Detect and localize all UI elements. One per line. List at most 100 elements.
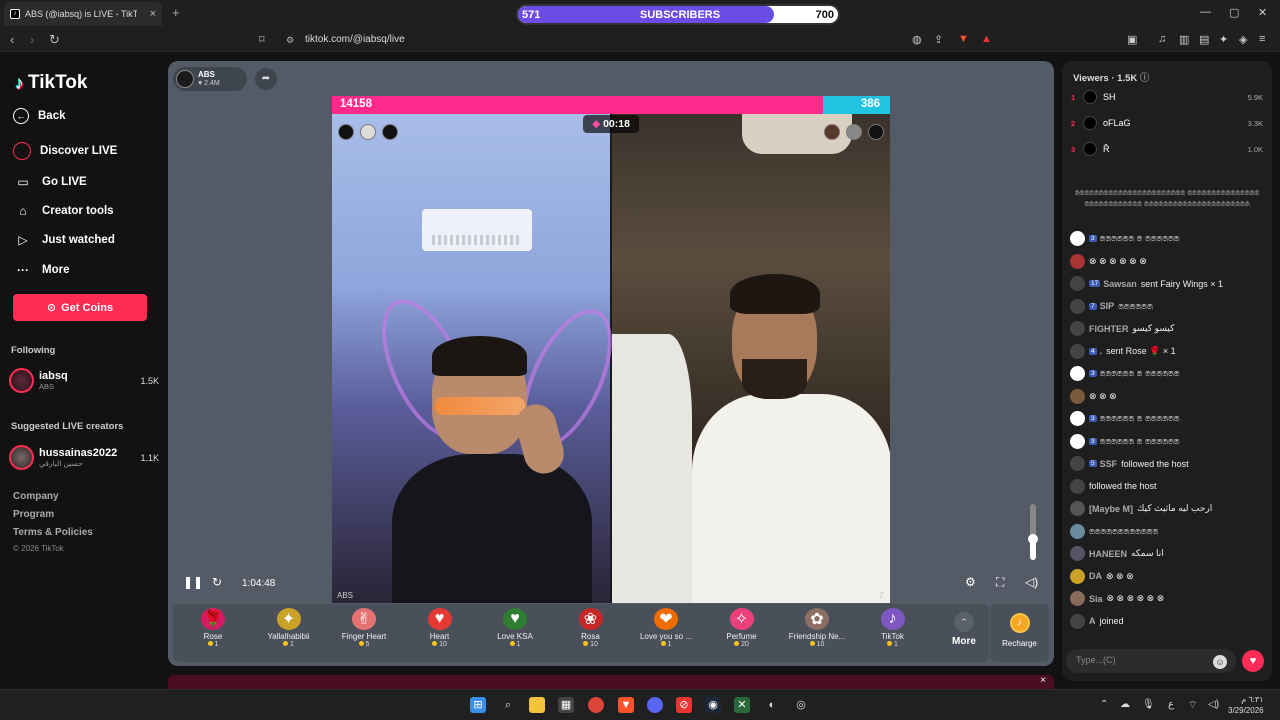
share-page-icon[interactable]: ⇪ xyxy=(934,33,943,46)
tiktok-logo[interactable]: ♪ TikTok xyxy=(15,72,87,94)
close-banner-icon[interactable]: × xyxy=(1040,675,1046,686)
top-viewer-row[interactable]: 2 oFLaG 3.3K xyxy=(1071,116,1263,130)
supporter-avatar[interactable] xyxy=(868,124,884,140)
minimize-icon[interactable]: — xyxy=(1200,6,1211,18)
gift-item[interactable]: ♪ TikTok 1 xyxy=(853,604,933,662)
top-viewer-row[interactable]: 1 SH 5.9K xyxy=(1071,90,1263,104)
brave-icon[interactable]: ▼ xyxy=(618,697,634,713)
close-window-icon[interactable]: ✕ xyxy=(1258,6,1267,19)
file-explorer-icon[interactable] xyxy=(529,697,545,713)
chrome-icon[interactable] xyxy=(588,697,604,713)
gift-item[interactable]: ❤ Love you so ... 1 xyxy=(626,604,706,662)
send-gift-icon[interactable]: ♥ xyxy=(1242,650,1264,672)
chat-message[interactable]: ⊗ ⊗ ⊗ ⊗ ⊗ ⊗ xyxy=(1070,253,1266,269)
speaker-icon[interactable]: ◁) xyxy=(1208,699,1219,710)
menu-icon[interactable]: ≡ xyxy=(1259,33,1265,45)
volume-slider-knob[interactable] xyxy=(1028,533,1038,544)
screenshot-icon[interactable]: ▣ xyxy=(1127,33,1137,46)
github-icon[interactable]: ◐ xyxy=(764,697,780,713)
chat-message[interactable]: followed the host xyxy=(1070,478,1266,494)
chat-message[interactable]: ෧෧෧෧෧෧෧෧෧෧෧෧ xyxy=(1070,523,1266,539)
supporter-avatar[interactable] xyxy=(846,124,862,140)
nav-just-watched[interactable]: ▷ Just watched xyxy=(13,230,114,250)
recharge-button[interactable]: ♪ Recharge xyxy=(990,604,1049,662)
brave-shield-icon[interactable]: ▼ xyxy=(958,33,969,45)
chat-message[interactable]: 7 SIP ෧෧෧෧෧෧ xyxy=(1070,298,1266,314)
tray-chevron-icon[interactable]: ⌃ xyxy=(1100,699,1108,710)
gift-item[interactable]: ♥ Heart 10 xyxy=(400,604,480,662)
nav-back[interactable]: ← Back xyxy=(13,108,66,124)
mic-icon[interactable]: 🎙 xyxy=(1142,699,1155,710)
top-viewer-row[interactable]: 3 Ř 1.0K xyxy=(1071,142,1263,156)
sound-mute-icon[interactable]: ◍ xyxy=(912,33,922,46)
chat-input[interactable]: Type...(C) xyxy=(1066,649,1236,673)
more-gifts-button[interactable]: ⌃ More xyxy=(939,604,989,662)
get-coins-button[interactable]: ⊙ Get Coins xyxy=(13,294,147,321)
chat-message[interactable]: DA ⊗ ⊗ ⊗ xyxy=(1070,568,1266,584)
wallet-icon[interactable]: ▤ xyxy=(1199,33,1209,46)
reload-icon[interactable]: ↻ xyxy=(49,32,60,48)
chat-message[interactable]: 3 ෧෧෧෧෧෧ ෧ ෧෧෧෧෧෧ xyxy=(1070,433,1266,449)
chat-message[interactable]: 3 ෧෧෧෧෧෧ ෧ ෧෧෧෧෧෧ xyxy=(1070,411,1266,426)
gift-item[interactable]: ✦ Yallalhabibii 1 xyxy=(249,604,329,662)
settings-icon[interactable]: ⚙ xyxy=(965,575,976,589)
start-icon[interactable]: ⊞ xyxy=(470,697,486,713)
browser-tab[interactable]: ♪ ABS (@iabsq) is LIVE - TikTok × xyxy=(4,2,162,26)
store-icon[interactable]: ▦ xyxy=(558,697,574,713)
bookmark-icon[interactable]: ⌑ xyxy=(259,33,265,46)
emoji-icon[interactable]: ☺ xyxy=(1213,655,1227,669)
forward-icon[interactable]: › xyxy=(30,32,34,47)
search-icon[interactable]: ⌕ xyxy=(500,697,516,713)
chat-message[interactable]: 3 ෧෧෧෧෧෧ ෧ ෧෧෧෧෧෧ xyxy=(1070,366,1266,381)
footer-terms[interactable]: Terms & Policies xyxy=(13,527,93,538)
obs-icon[interactable]: ◎ xyxy=(793,697,809,713)
suggested-account[interactable]: hussainas2022 حسين البارقي 1.1K xyxy=(9,445,159,470)
following-account[interactable]: iabsq ABS 1.5K xyxy=(9,368,159,393)
viewers-heading[interactable]: Viewers · 1.5K ⓘ xyxy=(1073,70,1149,84)
supporter-avatar[interactable] xyxy=(360,124,376,140)
onedrive-icon[interactable]: ☁ xyxy=(1120,699,1130,710)
gift-item[interactable]: 🌹 Rose 1 xyxy=(173,604,253,662)
footer-company[interactable]: Company xyxy=(13,491,59,502)
pause-icon[interactable]: ❚❚ xyxy=(183,575,203,589)
chat-message[interactable]: FIGHTER كيسو كيسو xyxy=(1070,321,1266,336)
chat-message[interactable]: 4. sent Rose 🌹 × 1 xyxy=(1070,343,1266,359)
volume-icon[interactable]: ◁) xyxy=(1025,575,1038,589)
vpn-icon[interactable]: ◈ xyxy=(1239,33,1247,46)
back-icon[interactable]: ‹ xyxy=(10,32,14,47)
supporter-avatar[interactable] xyxy=(338,124,354,140)
chat-message[interactable]: 3 ෧෧෧෧෧෧ ෧ ෧෧෧෧෧෧ xyxy=(1070,231,1266,246)
nav-discover-live[interactable]: Discover LIVE xyxy=(13,142,117,160)
language-indicator[interactable]: ع xyxy=(1168,699,1174,710)
chat-message[interactable]: [Maybe M] ارحب ليه ماثيث كيك xyxy=(1070,501,1266,516)
refresh-icon[interactable]: ↻ xyxy=(212,575,222,589)
supporter-avatar[interactable] xyxy=(824,124,840,140)
chat-message[interactable]: ⊗ ⊗ ⊗ xyxy=(1070,388,1266,404)
excel-icon[interactable]: ✕ xyxy=(734,697,750,713)
app-icon[interactable]: ⊘ xyxy=(676,697,692,713)
gift-item[interactable]: ❀ Rosa 10 xyxy=(551,604,631,662)
chat-message[interactable]: HANEEN انا سمكه xyxy=(1070,546,1266,561)
live-video[interactable]: 14158 386 ◆ 00:18 ABS Z xyxy=(332,96,890,603)
share-icon[interactable]: ➦ xyxy=(255,68,277,90)
chat-message[interactable]: Ajoined xyxy=(1070,613,1266,629)
close-tab-icon[interactable]: × xyxy=(150,8,156,20)
chat-message[interactable]: 5 SSF followed the host xyxy=(1070,456,1266,471)
nav-go-live[interactable]: ▭ Go LIVE xyxy=(13,172,86,192)
steam-icon[interactable]: ◉ xyxy=(705,697,721,713)
sidebar-toggle-icon[interactable]: ▥ xyxy=(1179,33,1189,46)
discord-icon[interactable] xyxy=(647,697,663,713)
wifi-icon[interactable]: ⌔ xyxy=(1188,699,1197,712)
volume-slider[interactable] xyxy=(1028,504,1038,560)
nav-creator-tools[interactable]: ⌂ Creator tools xyxy=(13,201,113,221)
site-info-icon[interactable]: ⚙ xyxy=(286,35,294,46)
chat-message[interactable]: 17 Sawsan sent Fairy Wings × 1 xyxy=(1070,276,1266,291)
gift-item[interactable]: ♥ Love KSA 1 xyxy=(475,604,555,662)
brave-rewards-icon[interactable]: ▲ xyxy=(981,33,992,45)
leo-ai-icon[interactable]: ✦ xyxy=(1219,33,1228,46)
nav-more[interactable]: ··· More xyxy=(13,260,69,280)
new-tab-icon[interactable]: + xyxy=(172,5,180,20)
url-field[interactable]: tiktok.com/@iabsq/live xyxy=(305,34,405,45)
chat-message[interactable]: Sia ⊗ ⊗ ⊗ ⊗ ⊗ ⊗ xyxy=(1070,591,1266,606)
gift-item[interactable]: ✿ Friendship Ne... 10 xyxy=(777,604,857,662)
